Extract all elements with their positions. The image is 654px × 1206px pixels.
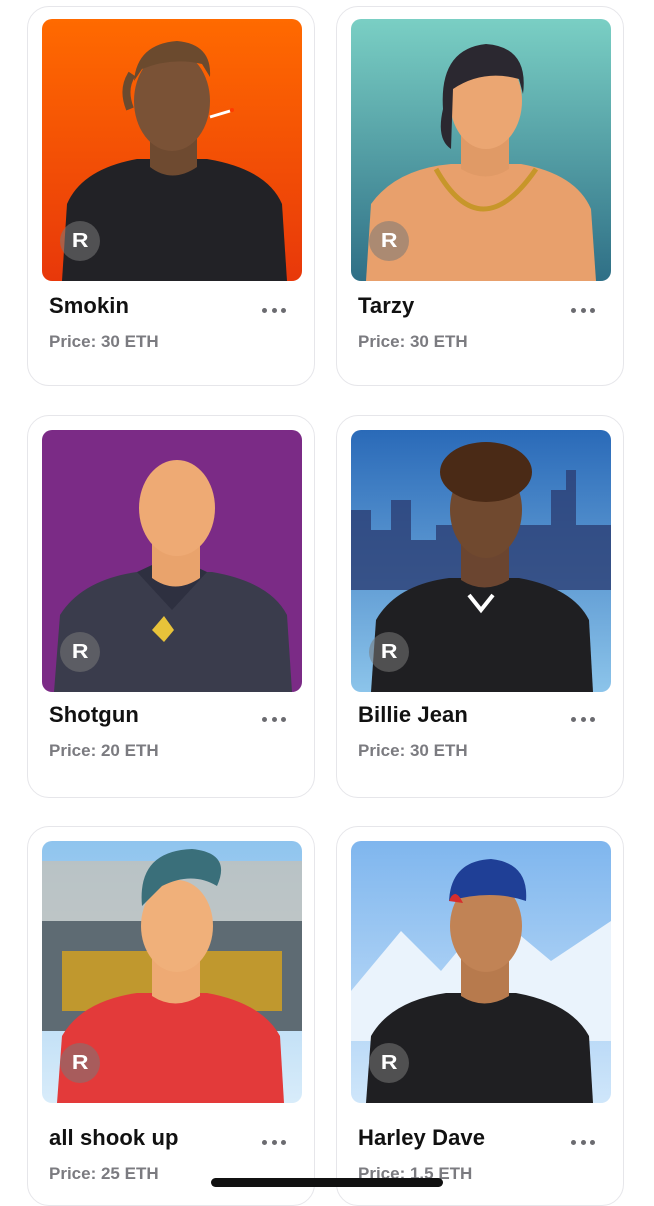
nft-price: Price: 30 ETH [358, 332, 468, 351]
nft-image[interactable]: R [351, 841, 611, 1103]
nft-name: Smokin [49, 293, 130, 318]
rarible-badge-icon: R [60, 1043, 100, 1083]
nft-name: Billie Jean [358, 702, 468, 727]
rarible-badge-icon: R [369, 632, 409, 672]
more-horizontal-icon[interactable] [262, 305, 286, 315]
nft-price: Price: 25 ETH [49, 1164, 159, 1183]
nft-card-billie-jean[interactable]: R Billie Jean Price: 30 ETH [336, 415, 624, 798]
nft-card-smokin[interactable]: R Smokin Price: 30 ETH [27, 6, 315, 386]
nft-card-tarzy[interactable]: R Tarzy Price: 30 ETH [336, 6, 624, 386]
nft-card-shotgun[interactable]: R Shotgun Price: 20 ETH [27, 415, 315, 798]
nft-name: Tarzy [358, 293, 415, 318]
home-indicator[interactable] [211, 1178, 443, 1187]
more-horizontal-icon[interactable] [262, 1137, 286, 1147]
rarible-badge-icon: R [369, 1043, 409, 1083]
rarible-badge-icon: R [369, 221, 409, 261]
nft-card-all-shook-up[interactable]: R all shook up Price: 25 ETH [27, 826, 315, 1206]
nft-image[interactable]: R [351, 19, 611, 281]
more-horizontal-icon[interactable] [262, 714, 286, 724]
nft-price: Price: 30 ETH [358, 741, 468, 760]
nft-name: all shook up [49, 1125, 179, 1150]
nft-image[interactable]: R [42, 430, 302, 692]
more-horizontal-icon[interactable] [571, 1137, 595, 1147]
nft-name: Shotgun [49, 702, 139, 727]
nft-image[interactable]: R [42, 19, 302, 281]
rarible-badge-icon: R [60, 632, 100, 672]
nft-price: Price: 20 ETH [49, 741, 159, 760]
nft-card-harley-dave[interactable]: R Harley Dave Price: 1.5 ETH [336, 826, 624, 1206]
nft-image[interactable]: R [42, 841, 302, 1103]
more-horizontal-icon[interactable] [571, 714, 595, 724]
nft-price: Price: 30 ETH [49, 332, 159, 351]
nft-name: Harley Dave [358, 1125, 486, 1150]
more-horizontal-icon[interactable] [571, 305, 595, 315]
rarible-badge-icon: R [60, 221, 100, 261]
nft-image[interactable]: R [351, 430, 611, 692]
